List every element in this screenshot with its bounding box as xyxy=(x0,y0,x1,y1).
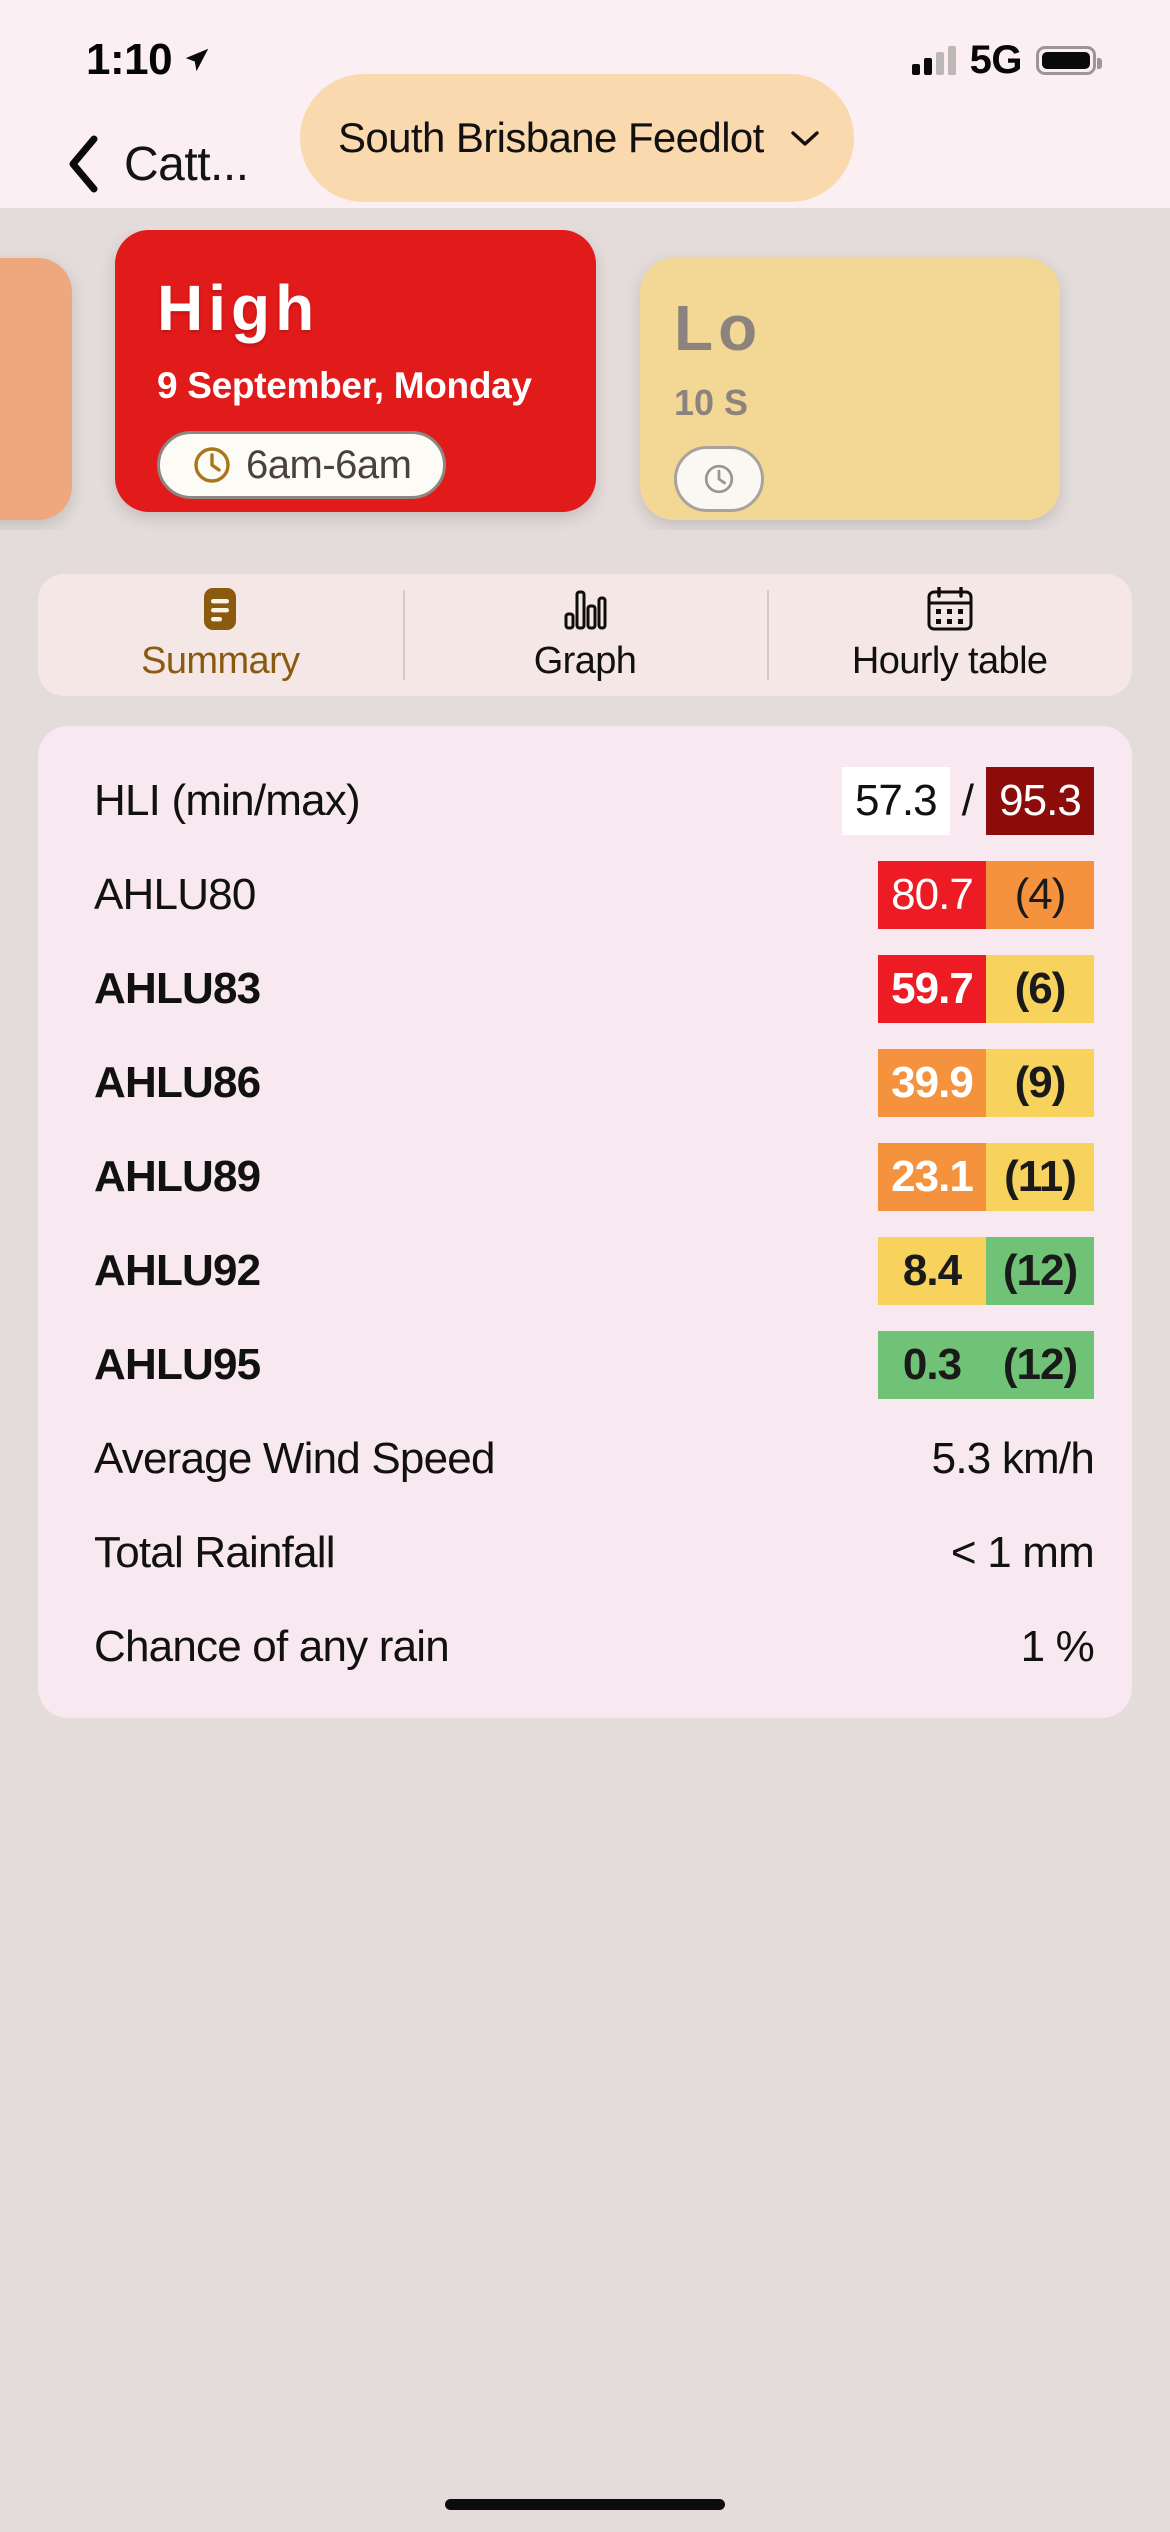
tab-graph[interactable]: Graph xyxy=(402,574,768,696)
summary-panel: HLI (min/max) 57.3/95.3 AHLU80 80.7 (4) AHLU8… xyxy=(38,726,1132,1718)
network-type-label: 5G xyxy=(969,37,1023,82)
tab-graph-label: Graph xyxy=(533,639,637,682)
back-button[interactable] xyxy=(56,132,110,196)
summary-row: AHLU80 80.7 (4) xyxy=(94,858,1094,932)
bar-chart-icon xyxy=(563,588,607,630)
summary-row: AHLU83 59.7 (6) xyxy=(94,952,1094,1026)
time-range-pill[interactable]: 6am-6am xyxy=(157,431,447,499)
battery-full-icon xyxy=(1036,45,1102,75)
next-risk-level-title: Lo xyxy=(674,292,763,364)
view-mode-tabs: Summary Graph Hourly table xyxy=(38,574,1132,696)
summary-row-label: HLI (min/max) xyxy=(94,776,361,825)
summary-row-badges: 57.3/95.3 xyxy=(841,767,1094,835)
value-badge: (11) xyxy=(986,1143,1094,1211)
farm-selector-label: South Brisbane Feedlot xyxy=(338,114,764,161)
summary-row-value: < 1 mm xyxy=(950,1528,1095,1577)
summary-row: AHLU89 23.1 (11) xyxy=(94,1140,1094,1214)
summary-row-label: AHLU86 xyxy=(94,1058,261,1107)
day-card-next[interactable]: Lo 10 S xyxy=(640,258,1060,520)
value-separator: / xyxy=(961,776,974,825)
summary-row-badges: 59.7 (6) xyxy=(878,955,1094,1023)
value-badge: (12) xyxy=(986,1331,1094,1399)
value-badge: (6) xyxy=(986,955,1094,1023)
nav-bar: Catt... South Brisbane Feedlot xyxy=(0,74,1170,208)
summary-row-badges: 80.7 (4) xyxy=(878,861,1094,929)
summary-row-value: 1 % xyxy=(1020,1622,1095,1671)
summary-row: AHLU92 8.4 (12) xyxy=(94,1234,1094,1308)
day-card-previous[interactable] xyxy=(0,258,72,520)
day-card-date: 9 September, Monday xyxy=(157,365,532,406)
tab-summary[interactable]: Summary xyxy=(38,574,403,696)
location-arrow-icon xyxy=(185,48,209,72)
value-badge: (9) xyxy=(986,1049,1094,1117)
value-badge: 0.3 xyxy=(878,1331,986,1399)
value-badge: 39.9 xyxy=(878,1049,986,1117)
value-badge: 80.7 xyxy=(878,861,986,929)
value-badge: (4) xyxy=(986,861,1094,929)
summary-row: HLI (min/max) 57.3/95.3 xyxy=(94,764,1094,838)
value-badge: 95.3 xyxy=(986,767,1094,835)
summary-row-label: Chance of any rain xyxy=(94,1622,450,1671)
farm-selector-dropdown[interactable]: South Brisbane Feedlot xyxy=(300,74,854,202)
status-bar-left: 1:10 xyxy=(86,35,212,85)
next-day-card-date: 10 S xyxy=(674,382,749,423)
chevron-down-icon xyxy=(791,131,819,146)
status-time: 1:10 xyxy=(86,35,173,84)
summary-row: AHLU86 39.9 (9) xyxy=(94,1046,1094,1120)
content-area: High 9 September, Monday 6am-6am Lo 10 S xyxy=(0,208,1170,2532)
calendar-icon xyxy=(927,586,973,630)
summary-row-label: Average Wind Speed xyxy=(94,1434,495,1483)
status-bar-right: 5G xyxy=(911,37,1102,83)
summary-row-badges: 23.1 (11) xyxy=(878,1143,1094,1211)
summary-row-label: Total Rainfall xyxy=(94,1528,336,1577)
tab-hourly-table[interactable]: Hourly table xyxy=(767,574,1132,696)
summary-row: Chance of any rain 1 % xyxy=(94,1610,1095,1684)
summary-row: Average Wind Speed 5.3 km/h xyxy=(94,1422,1095,1496)
value-badge: 59.7 xyxy=(878,955,986,1023)
value-badge: 23.1 xyxy=(878,1143,986,1211)
time-range-label: 6am-6am xyxy=(246,442,412,487)
summary-row: AHLU95 0.3 (12) xyxy=(94,1328,1094,1402)
summary-row-label: AHLU83 xyxy=(94,964,261,1013)
summary-row-label: AHLU80 xyxy=(94,870,256,919)
day-card-current[interactable]: High 9 September, Monday 6am-6am xyxy=(115,230,596,512)
page-title: Catt... xyxy=(124,137,249,191)
summary-row-label: AHLU95 xyxy=(94,1340,261,1389)
clock-icon xyxy=(704,464,734,494)
home-indicator xyxy=(445,2499,725,2510)
summary-row: Total Rainfall < 1 mm xyxy=(94,1516,1095,1590)
summary-row-badges: 39.9 (9) xyxy=(878,1049,1094,1117)
summary-row-value: 5.3 km/h xyxy=(931,1434,1095,1483)
cellular-signal-icon xyxy=(911,45,956,75)
chevron-left-icon xyxy=(69,135,98,193)
tab-summary-label: Summary xyxy=(141,639,300,682)
value-badge: (12) xyxy=(986,1237,1094,1305)
summary-row-label: AHLU92 xyxy=(94,1246,261,1295)
next-time-range-pill[interactable] xyxy=(674,446,764,512)
day-card-carousel[interactable]: High 9 September, Monday 6am-6am Lo 10 S xyxy=(0,230,1170,530)
value-badge: 8.4 xyxy=(878,1237,986,1305)
summary-row-label: AHLU89 xyxy=(94,1152,261,1201)
tab-hourly-table-label: Hourly table xyxy=(851,639,1048,682)
summary-row-badges: 8.4 (12) xyxy=(878,1237,1094,1305)
summary-document-icon xyxy=(203,587,237,630)
summary-row-badges: 0.3 (12) xyxy=(878,1331,1094,1399)
risk-level-title: High xyxy=(157,272,320,344)
value-badge: 57.3 xyxy=(841,767,950,835)
clock-icon xyxy=(194,447,230,483)
